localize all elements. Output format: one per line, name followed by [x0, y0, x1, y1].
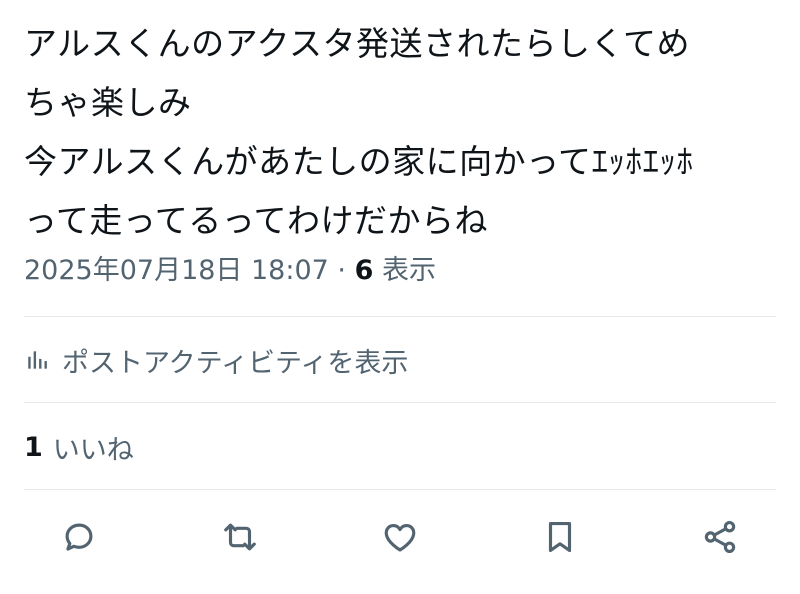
tweet-text-line: アルスくんのアクスタ発送されたらしくてめ	[24, 24, 691, 63]
bookmark-icon	[548, 521, 572, 553]
analytics-icon	[24, 346, 52, 374]
likes-count: 1	[24, 431, 43, 463]
timestamp[interactable]: 2025年07月18日 18:07	[24, 255, 329, 286]
tweet-meta: 2025年07月18日 18:07 · 6 表示	[24, 249, 436, 293]
post-activity-link[interactable]: ポストアクティビティを表示	[24, 336, 408, 384]
repost-icon	[224, 523, 256, 551]
post-activity-label: ポストアクティビティを表示	[62, 347, 409, 379]
tweet-text-line: 今アルスくんがあたしの家に向かってｴｯﾎｴｯﾎ	[24, 142, 694, 181]
action-bar	[0, 508, 800, 564]
repost-button[interactable]	[219, 516, 261, 558]
tweet-text-line: ちゃ楽しみ	[24, 83, 192, 122]
like-icon	[384, 524, 416, 552]
likes-label: いいね	[52, 434, 134, 466]
divider	[24, 402, 776, 403]
bookmark-button[interactable]	[539, 516, 581, 558]
reply-icon	[65, 523, 93, 551]
tweet-text: アルスくんのアクスタ発送されたらしくてめ ちゃ楽しみ 今アルスくんがあたしの家に…	[24, 14, 784, 250]
share-icon	[704, 521, 736, 553]
like-button[interactable]	[379, 516, 421, 558]
reply-button[interactable]	[58, 516, 100, 558]
views-label: 表示	[382, 255, 436, 286]
divider	[24, 489, 776, 490]
views-count: 6	[354, 255, 374, 286]
divider	[24, 316, 776, 317]
tweet-text-line: って走ってるってわけだからね	[24, 201, 489, 240]
share-button[interactable]	[699, 516, 741, 558]
likes-summary[interactable]: 1 いいね	[24, 423, 134, 471]
meta-separator: ·	[337, 255, 347, 286]
